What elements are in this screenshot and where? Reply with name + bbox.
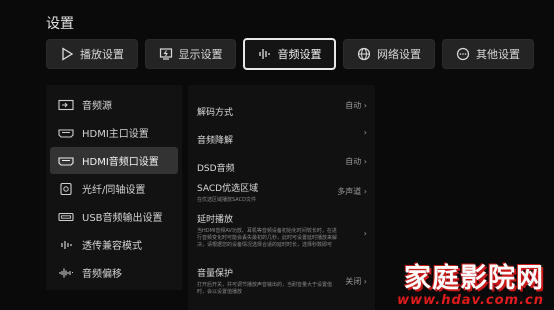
hdmi-icon — [58, 128, 74, 138]
sidebar-item-passthrough-mode[interactable]: 透传兼容模式 — [50, 231, 178, 258]
audio-source-icon — [58, 99, 74, 110]
setting-value: 自动 › — [345, 157, 367, 166]
setting-label: 延时播放 — [197, 215, 234, 225]
sidebar-item-label: 光纤/同轴设置 — [82, 185, 146, 196]
setting-label: DSD音频 — [197, 164, 235, 174]
sidebar-item-hdmi-audio[interactable]: HDMI音频口设置 — [50, 147, 178, 174]
sidebar-item-audio-source[interactable]: 音频源 — [50, 91, 178, 118]
setting-value: 自动 › — [345, 101, 367, 110]
audio-sidebar: 音频源 HDMI主口设置 HDMI音频口设置 光纤/同轴设置 USB音频输出设置… — [46, 85, 182, 290]
audio-wave-icon — [258, 49, 270, 59]
tab-network-settings[interactable]: 网络设置 — [343, 39, 435, 69]
setting-value: 关闭 › — [345, 277, 367, 286]
tab-label: 音频设置 — [277, 48, 322, 61]
setting-label: 解码方式 — [197, 108, 234, 118]
setting-sacd-region[interactable]: SACD优选区域 在优选区域播放SACD文件 多声道 › — [197, 181, 367, 204]
setting-value: › — [363, 229, 367, 238]
sidebar-item-label: 透传兼容模式 — [82, 241, 142, 252]
tab-display-settings[interactable]: 显示设置 — [145, 39, 236, 69]
sidebar-item-usb-audio[interactable]: USB音频输出设置 — [50, 203, 178, 230]
sidebar-item-hdmi-main[interactable]: HDMI主口设置 — [50, 119, 178, 146]
setting-description: 当HDMI音频AV功放、耳机等音频设备初始化时间较长时，在进行音频变化时可能会丢… — [197, 228, 338, 248]
sidebar-item-optical-coax[interactable]: 光纤/同轴设置 — [50, 175, 178, 202]
setting-audio-downmix[interactable]: 音频降解 › — [197, 128, 367, 147]
globe-icon — [357, 47, 371, 61]
setting-dsd-audio[interactable]: DSD音频 自动 › — [197, 156, 367, 175]
sidebar-item-label: 音频偏移 — [82, 269, 122, 280]
tab-other-settings[interactable]: 其他设置 — [442, 39, 534, 69]
more-icon — [456, 47, 470, 61]
display-icon — [159, 48, 172, 60]
sidebar-item-label: USB音频输出设置 — [82, 213, 163, 224]
sidebar-item-label: HDMI音频口设置 — [82, 157, 159, 168]
setting-decode-mode[interactable]: 解码方式 自动 › — [197, 100, 367, 119]
setting-value: 多声道 › — [337, 187, 367, 196]
watermark: 家庭影院网 www.hdav.com.cn — [397, 256, 544, 308]
tab-playback-settings[interactable]: 播放设置 — [46, 39, 138, 69]
setting-description: 打开后开关，并可调节播放声音输出的，当耐音量大于设置值时，会以设置值播放 — [197, 282, 333, 295]
setting-volume-protection[interactable]: 音量保护 打开后开关，并可调节播放声音输出的，当耐音量大于设置值时，会以设置值播… — [197, 266, 367, 296]
setting-description: 在优选区域播放SACD文件 — [197, 197, 256, 203]
usb-icon — [58, 212, 74, 221]
tab-audio-settings[interactable]: 音频设置 — [243, 38, 336, 70]
watermark-title: 家庭影院网 — [404, 263, 544, 294]
setting-label: 音量保护 — [197, 269, 234, 279]
settings-list: 解码方式 自动 › 音频降解 › DSD音频 自动 › SACD优选区域 在优选… — [188, 85, 375, 310]
optical-coax-icon — [60, 182, 72, 195]
tab-label: 显示设置 — [178, 48, 223, 61]
sidebar-item-audio-offset[interactable]: 音频偏移 — [50, 259, 178, 286]
play-icon — [62, 47, 74, 61]
hdmi-icon — [58, 156, 74, 166]
sidebar-item-label: HDMI主口设置 — [82, 129, 149, 140]
tab-label: 其他设置 — [476, 48, 520, 61]
setting-label: 音频降解 — [197, 136, 234, 146]
sidebar-item-label: 音频源 — [82, 101, 112, 112]
audio-offset-icon — [59, 268, 73, 277]
settings-tab-bar: 播放设置 显示设置 音频设置 网络设置 其他设置 — [46, 38, 534, 70]
tab-label: 播放设置 — [80, 48, 124, 61]
passthrough-icon — [61, 240, 72, 249]
page-title: 设置 — [46, 16, 74, 32]
tab-label: 网络设置 — [377, 48, 421, 61]
watermark-url: www.hdav.com.cn — [397, 293, 544, 308]
setting-delay-playback[interactable]: 延时播放 当HDMI音频AV功放、耳机等音频设备初始化时间较长时，在进行音频变化… — [197, 212, 367, 249]
setting-value: › — [363, 128, 367, 137]
